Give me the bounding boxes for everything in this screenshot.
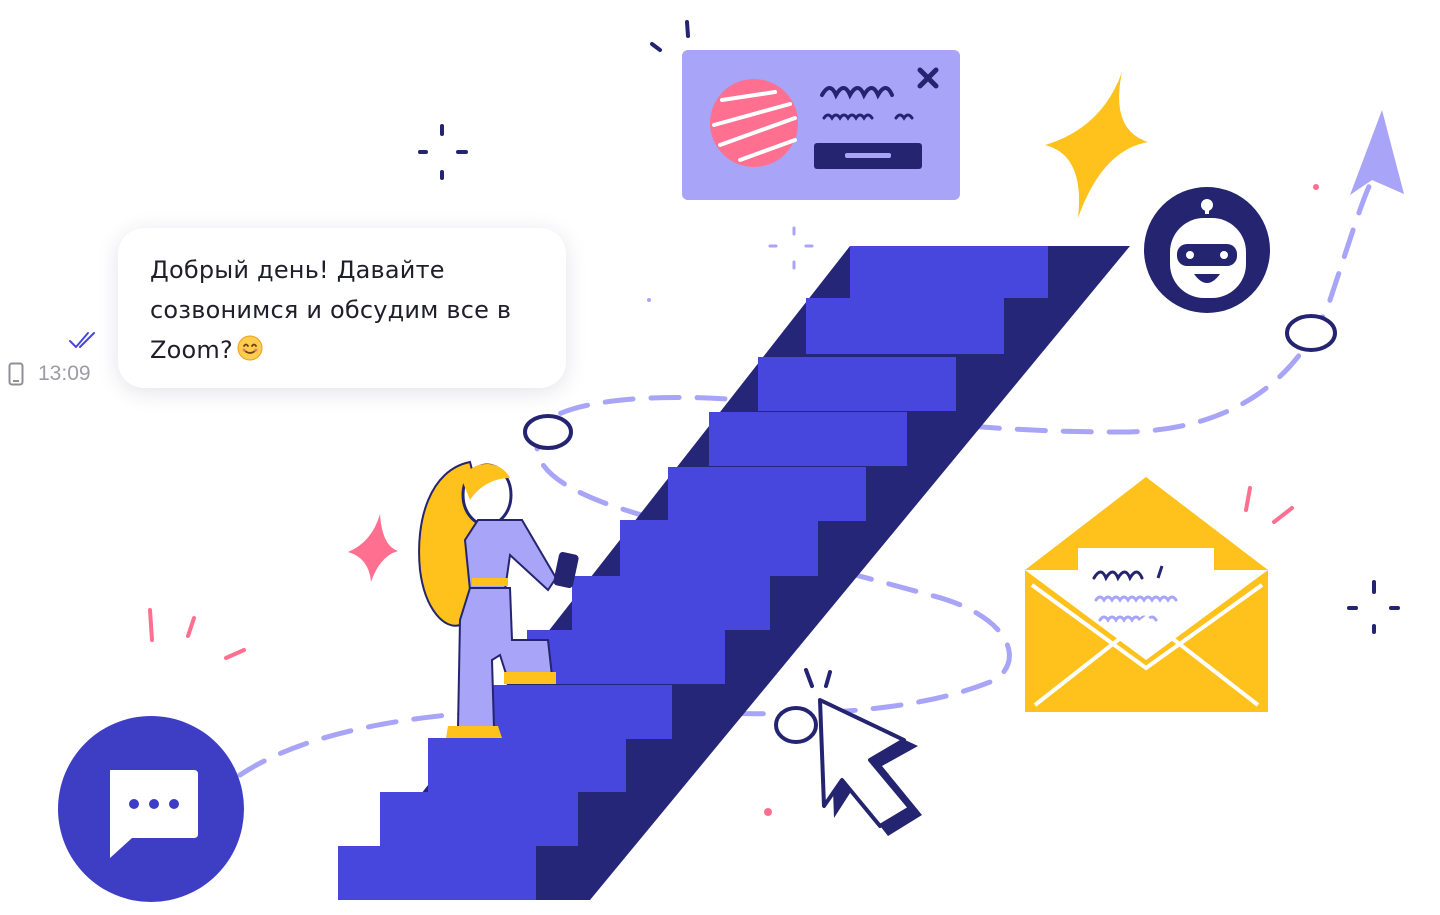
double-check-icon	[69, 332, 95, 348]
path-node	[1285, 314, 1337, 352]
path-arrow-icon	[1350, 110, 1404, 195]
message-line-text: Zoom?	[150, 336, 233, 364]
chat-bubble-dots-icon	[110, 770, 198, 858]
message-line: Zoom?	[150, 330, 536, 370]
message-meta: 13:09	[6, 330, 116, 390]
smile-emoji-icon	[237, 335, 263, 361]
message-line: Добрый день! Давайте	[150, 256, 445, 284]
cursor-arrow-icon	[804, 668, 922, 836]
chat-launcher-button[interactable]	[58, 716, 244, 902]
path-node	[774, 706, 818, 744]
message-line: созвонимся и обсудим все в	[150, 296, 512, 324]
sparkle-icon	[348, 514, 398, 582]
star-icon	[1045, 72, 1148, 218]
path-node	[523, 414, 573, 450]
robot-icon	[1144, 187, 1270, 313]
chat-message-bubble: Добрый день! Давайте созвонимся и обсуди…	[118, 228, 566, 388]
envelope-icon	[1025, 477, 1268, 712]
message-time: 13:09	[38, 362, 91, 385]
notification-popup	[682, 50, 960, 200]
phone-icon	[8, 362, 24, 386]
